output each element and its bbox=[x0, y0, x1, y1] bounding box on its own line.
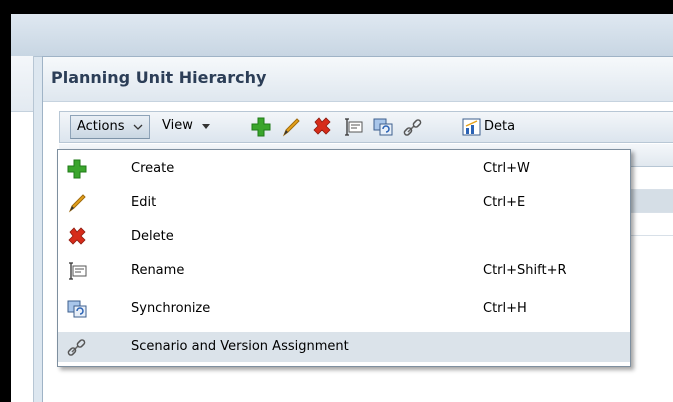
delete-icon bbox=[68, 227, 86, 245]
edit-icon[interactable] bbox=[280, 116, 302, 138]
menu-item-edit[interactable]: Edit Ctrl+E bbox=[58, 188, 630, 218]
actions-menu-label: Actions bbox=[77, 119, 125, 134]
menu-item-create[interactable]: Create Ctrl+W bbox=[58, 154, 630, 184]
screenshot-canvas: Planning Unit Hierarchy Actions View Det… bbox=[0, 0, 673, 402]
menu-item-label: Edit bbox=[131, 195, 157, 210]
menu-item-shortcut: Ctrl+H bbox=[483, 301, 527, 316]
view-menu-label: View bbox=[162, 118, 193, 133]
actions-dropdown-menu: Create Ctrl+W Edit Ctrl+E Delete Rename … bbox=[57, 149, 631, 367]
details-label[interactable]: Deta bbox=[484, 119, 515, 134]
edit-icon bbox=[68, 194, 86, 213]
top-header-band bbox=[11, 14, 673, 57]
menu-item-delete[interactable]: Delete bbox=[58, 222, 630, 252]
synchronize-icon[interactable] bbox=[372, 116, 394, 138]
menu-item-shortcut: Ctrl+Shift+R bbox=[483, 263, 567, 278]
panel-header: Planning Unit Hierarchy bbox=[43, 57, 673, 102]
caret-down-icon bbox=[202, 123, 210, 129]
create-icon bbox=[67, 159, 87, 179]
chevron-down-icon bbox=[133, 124, 143, 130]
view-menu-button[interactable]: View bbox=[156, 115, 217, 137]
assignment-icon bbox=[67, 339, 86, 356]
menu-item-label: Delete bbox=[131, 229, 174, 244]
menu-item-synchronize[interactable]: Synchronize Ctrl+H bbox=[58, 294, 630, 324]
hierarchy-toolbar: Actions View Deta bbox=[59, 111, 673, 143]
left-pane-header bbox=[11, 56, 33, 112]
menu-item-label: Scenario and Version Assignment bbox=[131, 339, 349, 354]
menu-item-scenario-version-assignment[interactable]: Scenario and Version Assignment bbox=[58, 332, 630, 362]
page-title: Planning Unit Hierarchy bbox=[51, 68, 267, 87]
menu-item-label: Synchronize bbox=[131, 301, 211, 316]
menu-item-rename[interactable]: Rename Ctrl+Shift+R bbox=[58, 256, 630, 286]
assignment-icon[interactable] bbox=[402, 116, 424, 138]
actions-menu-button[interactable]: Actions bbox=[70, 115, 150, 139]
menu-item-label: Create bbox=[131, 161, 175, 176]
menu-item-shortcut: Ctrl+E bbox=[483, 195, 526, 210]
synchronize-icon bbox=[67, 300, 87, 318]
menu-item-shortcut: Ctrl+W bbox=[483, 161, 530, 176]
menu-item-label: Rename bbox=[131, 263, 185, 278]
rename-icon[interactable] bbox=[342, 116, 364, 138]
create-icon[interactable] bbox=[250, 116, 272, 138]
rename-icon bbox=[69, 262, 87, 280]
delete-icon[interactable] bbox=[311, 116, 333, 138]
details-icon[interactable] bbox=[462, 117, 482, 137]
